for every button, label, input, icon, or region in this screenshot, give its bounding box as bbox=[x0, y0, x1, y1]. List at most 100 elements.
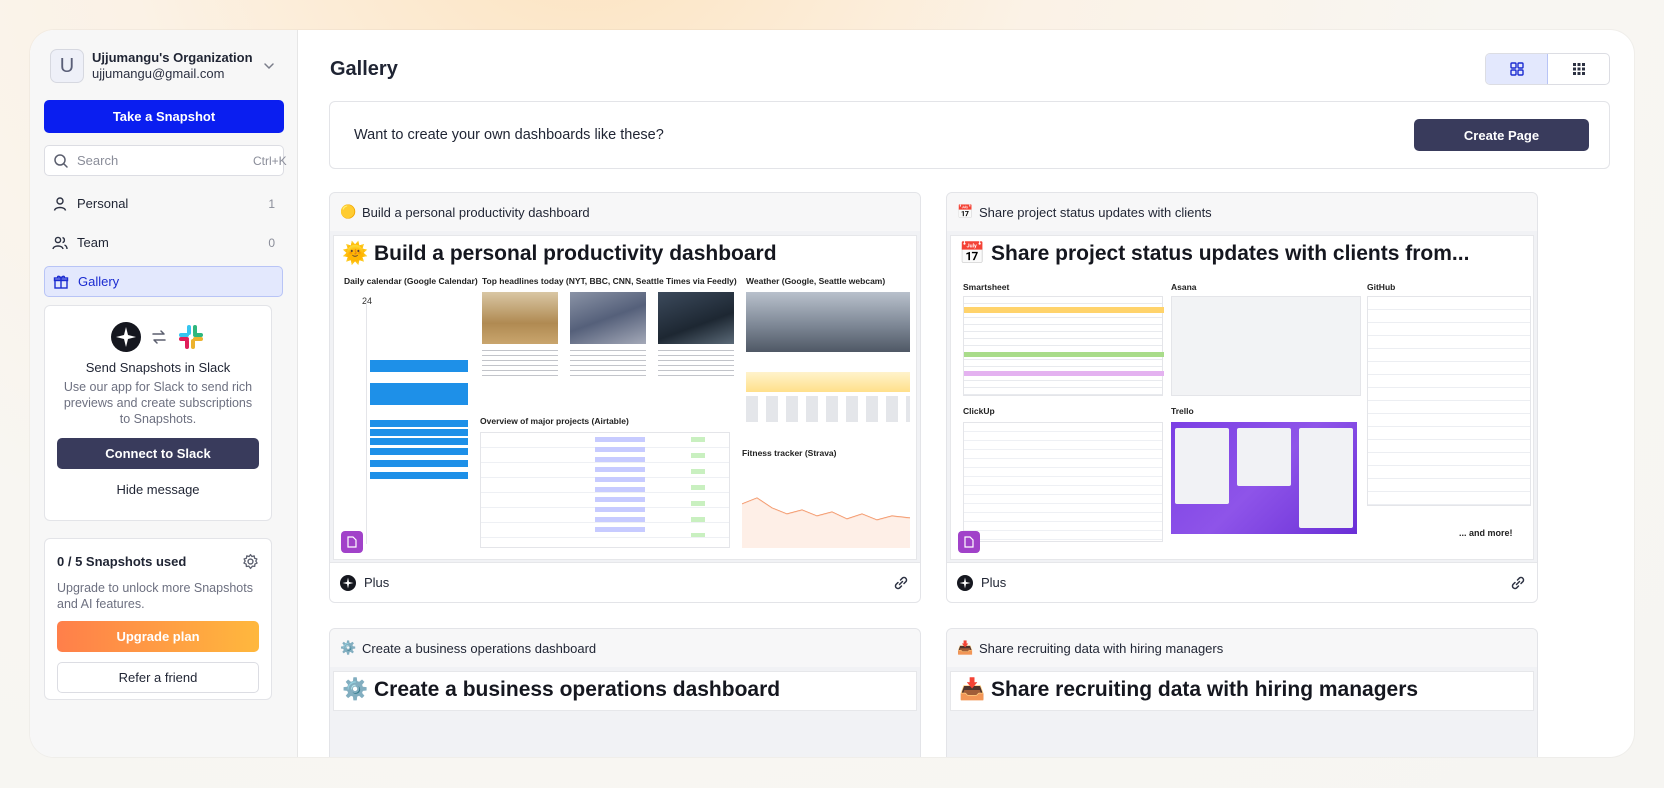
sync-arrows-icon bbox=[152, 330, 166, 344]
org-switcher[interactable]: U Ujjumangu's Organization ujjumangu@gma… bbox=[44, 46, 283, 86]
search-box[interactable]: Ctrl+K bbox=[44, 145, 287, 176]
smartsheet-preview bbox=[963, 296, 1164, 396]
document-icon bbox=[347, 536, 357, 548]
card-title: Share project status updates with client… bbox=[979, 204, 1212, 220]
view-toggle bbox=[1485, 53, 1610, 85]
link-icon[interactable] bbox=[892, 574, 910, 592]
preview-section-label: Asana bbox=[1171, 282, 1197, 292]
gallery-card-recruiting[interactable]: 📥 Share recruiting data with hiring mana… bbox=[946, 628, 1538, 757]
connect-slack-button[interactable]: Connect to Slack bbox=[57, 438, 259, 469]
take-snapshot-button[interactable]: Take a Snapshot bbox=[44, 100, 284, 133]
fitness-chart-preview bbox=[742, 497, 911, 548]
small-grid-view-button[interactable] bbox=[1548, 54, 1609, 84]
news-image-baseball bbox=[658, 292, 734, 344]
sidebar-item-label: Gallery bbox=[78, 274, 120, 289]
slack-card-title: Send Snapshots in Slack bbox=[85, 360, 231, 375]
org-name: Ujjumangu's Organization bbox=[92, 50, 253, 65]
card-preview: 🌞 Build a personal productivity dashboar… bbox=[333, 235, 917, 560]
card-plan-label: Plus bbox=[364, 575, 390, 590]
refer-friend-button[interactable]: Refer a friend bbox=[57, 662, 259, 693]
card-title: Share recruiting data with hiring manage… bbox=[979, 640, 1224, 656]
page-title: Gallery bbox=[330, 58, 398, 80]
weather-webcam-image bbox=[746, 292, 910, 352]
snapshot-logo-icon bbox=[111, 322, 141, 352]
preview-section-label: ClickUp bbox=[963, 406, 995, 416]
slack-promo-card: Send Snapshots in Slack Use our app for … bbox=[44, 305, 272, 521]
document-icon bbox=[964, 536, 974, 548]
card-preview: 📅 Share project status updates with clie… bbox=[950, 235, 1534, 560]
person-icon bbox=[53, 196, 67, 211]
github-preview bbox=[1367, 296, 1531, 506]
banner-text: Want to create your own dashboards like … bbox=[354, 127, 664, 143]
search-icon bbox=[54, 153, 68, 168]
document-badge bbox=[341, 531, 363, 553]
link-icon[interactable] bbox=[1509, 574, 1527, 592]
preview-section-label: Daily calendar (Google Calendar) bbox=[344, 276, 478, 286]
preview-title: ⚙️ Create a business operations dashboar… bbox=[342, 678, 781, 701]
sidebar-item-count: 0 bbox=[268, 235, 275, 250]
gallery-card-productivity[interactable]: 🟡 Build a personal productivity dashboar… bbox=[329, 192, 921, 603]
search-shortcut: Ctrl+K bbox=[253, 153, 287, 168]
card-preview: ⚙️ Create a business operations dashboar… bbox=[333, 671, 917, 711]
preview-section-label: Top headlines today (NYT, BBC, CNN, Seat… bbox=[482, 276, 737, 286]
sidebar-item-team[interactable]: Team 0 bbox=[44, 227, 283, 258]
document-badge bbox=[958, 531, 980, 553]
large-grid-icon bbox=[1509, 62, 1524, 76]
create-page-button[interactable]: Create Page bbox=[1414, 119, 1589, 151]
clickup-preview bbox=[963, 422, 1163, 542]
projects-table-preview bbox=[480, 432, 730, 548]
usage-description: Upgrade to unlock more Snapshots and AI … bbox=[57, 581, 253, 611]
card-plan-label: Plus bbox=[981, 575, 1007, 590]
small-grid-icon bbox=[1572, 63, 1585, 75]
slack-card-description: Use our app for Slack to send rich previ… bbox=[63, 380, 253, 426]
card-emoji: 📥 bbox=[957, 640, 974, 655]
slack-logo-icon bbox=[179, 325, 203, 349]
usage-title: 0 / 5 Snapshots used bbox=[57, 554, 187, 569]
preview-section-label: Fitness tracker (Strava) bbox=[742, 448, 837, 458]
gallery-card-business-ops[interactable]: ⚙️ Create a business operations dashboar… bbox=[329, 628, 921, 757]
preview-section-label: Smartsheet bbox=[963, 282, 1010, 292]
sidebar-item-label: Team bbox=[77, 235, 109, 250]
create-dashboard-banner: Want to create your own dashboards like … bbox=[329, 101, 1610, 169]
snapshot-logo-icon bbox=[340, 574, 356, 591]
card-emoji: 🟡 bbox=[340, 204, 357, 219]
sidebar-nav: Personal 1 Team 0 Gallery bbox=[44, 188, 283, 297]
sidebar-item-label: Personal bbox=[77, 196, 129, 211]
news-image-train bbox=[570, 292, 646, 344]
hide-message-button[interactable]: Hide message bbox=[57, 482, 259, 497]
sidebar-item-count: 1 bbox=[268, 196, 275, 211]
org-avatar: U bbox=[50, 49, 84, 83]
preview-section-label: Overview of major projects (Airtable) bbox=[480, 416, 629, 426]
asana-preview bbox=[1171, 296, 1361, 396]
app-window: U Ujjumangu's Organization ujjumangu@gma… bbox=[30, 30, 1634, 757]
large-grid-view-button[interactable] bbox=[1486, 54, 1548, 84]
chevron-down-icon bbox=[264, 63, 274, 70]
card-preview: 📥 Share recruiting data with hiring mana… bbox=[950, 671, 1534, 711]
search-input[interactable] bbox=[77, 153, 253, 168]
main-content: Gallery Want to create your own dashboar… bbox=[305, 30, 1634, 757]
snapshot-logo-icon bbox=[957, 574, 973, 591]
preview-title: 📥 Share recruiting data with hiring mana… bbox=[959, 678, 1419, 701]
team-icon bbox=[52, 236, 68, 249]
card-emoji: ⚙️ bbox=[340, 640, 357, 655]
preview-section-label: Trello bbox=[1171, 406, 1194, 416]
preview-section-label: Weather (Google, Seattle webcam) bbox=[746, 276, 886, 286]
org-email: ujjumangu@gmail.com bbox=[92, 66, 225, 81]
gift-icon bbox=[53, 275, 69, 289]
preview-section-label: GitHub bbox=[1367, 282, 1396, 292]
usage-card: 0 / 5 Snapshots used Upgrade to unlock m… bbox=[44, 538, 272, 700]
card-title: Build a personal productivity dashboard bbox=[362, 204, 590, 220]
card-title: Create a business operations dashboard bbox=[362, 640, 597, 656]
trello-preview bbox=[1171, 422, 1357, 534]
gallery-card-project-status[interactable]: 📅 Share project status updates with clie… bbox=[946, 192, 1538, 603]
news-image-pyramids bbox=[482, 292, 558, 344]
sidebar-item-gallery[interactable]: Gallery bbox=[44, 266, 283, 297]
calendar-preview: 24 bbox=[344, 290, 468, 548]
preview-title: 🌞 Build a personal productivity dashboar… bbox=[342, 242, 777, 265]
preview-title: 📅 Share project status updates with clie… bbox=[959, 242, 1470, 265]
upgrade-plan-button[interactable]: Upgrade plan bbox=[57, 621, 259, 652]
more-text: ... and more! bbox=[1459, 528, 1513, 538]
sidebar-item-personal[interactable]: Personal 1 bbox=[44, 188, 283, 219]
sidebar: U Ujjumangu's Organization ujjumangu@gma… bbox=[30, 30, 298, 757]
gear-icon[interactable] bbox=[242, 553, 259, 570]
